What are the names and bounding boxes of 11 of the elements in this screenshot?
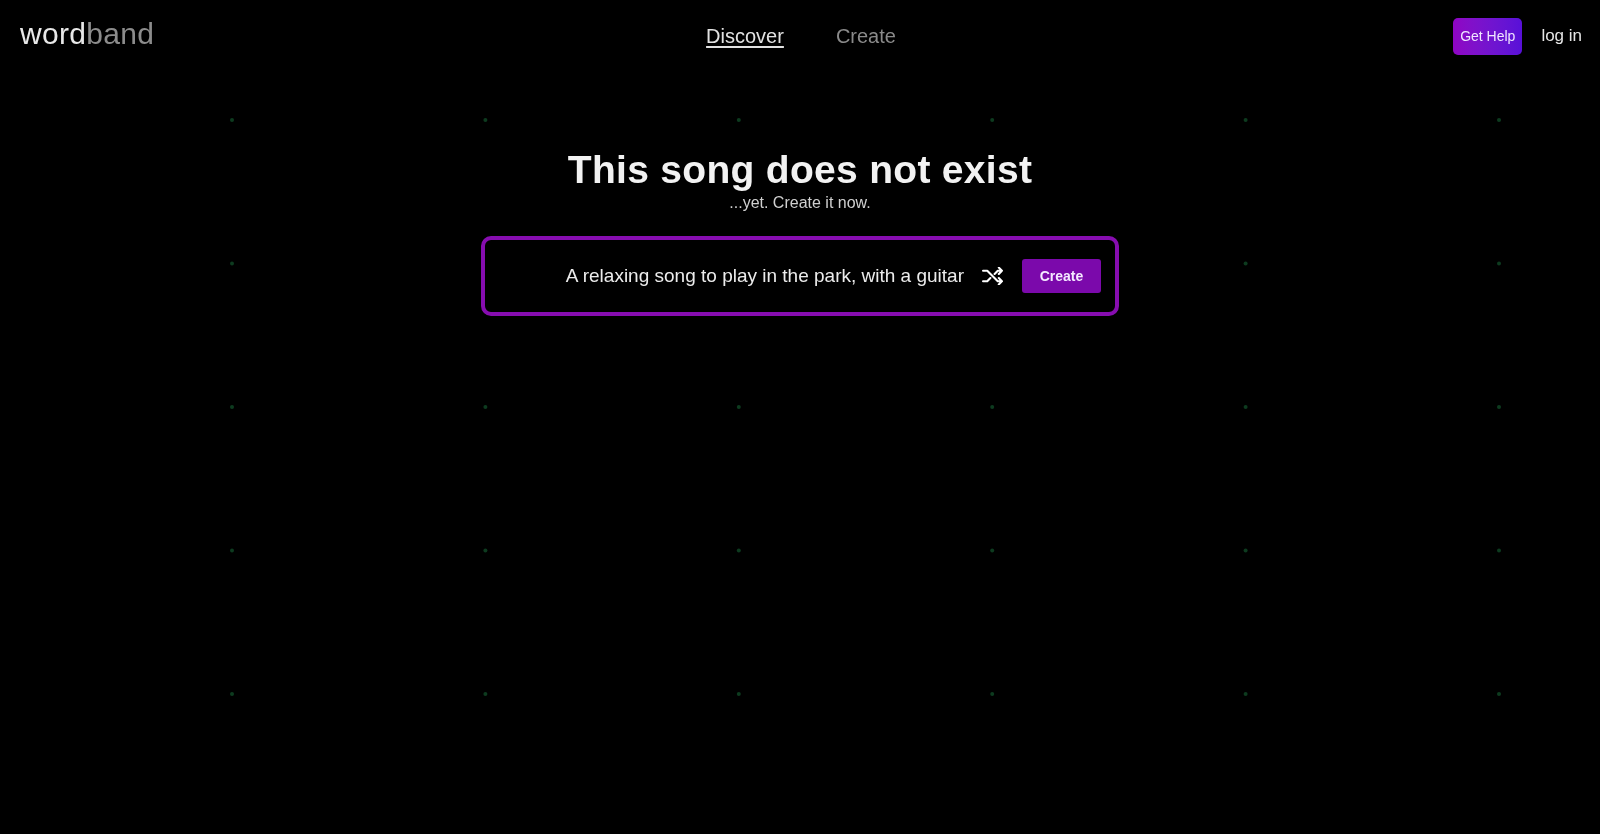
nav-link[interactable]: Discover (706, 23, 784, 49)
logo[interactable]: wordband (20, 16, 155, 52)
shuffle-icon[interactable] (982, 267, 1003, 285)
prompt-input-field[interactable]: A relaxing song to play in the park, with a guitar (501, 261, 964, 291)
nav-link[interactable]: Create (835, 23, 896, 49)
hero-subtitle: ...yet. Create it now. (729, 193, 871, 213)
prompt-field[interactable]: A relaxing song to play in the park, with a guitar Create (481, 236, 1119, 316)
login-link[interactable]: log in (1541, 23, 1582, 49)
hero-heading: This song does not exist (567, 147, 1033, 193)
get-help-button[interactable]: Get Help (1453, 17, 1523, 55)
create-button[interactable]: Create (1022, 259, 1101, 293)
